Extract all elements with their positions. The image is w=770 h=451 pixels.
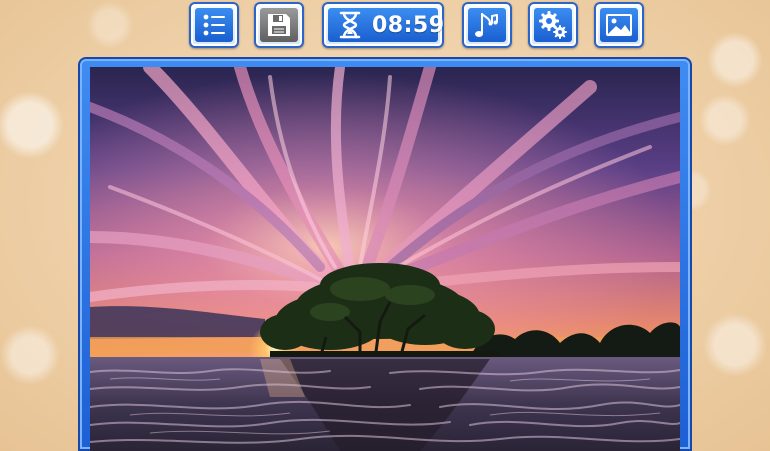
- music-note-icon: [472, 10, 502, 40]
- settings-button[interactable]: [528, 2, 578, 48]
- menu-button[interactable]: [189, 2, 239, 48]
- music-button[interactable]: [462, 2, 512, 48]
- gears-icon: [537, 9, 569, 41]
- list-icon: [199, 10, 229, 40]
- puzzle-board-image[interactable]: [90, 67, 680, 451]
- save-button[interactable]: [254, 2, 304, 48]
- timer-display: 08:59: [322, 2, 444, 48]
- picture-button[interactable]: [594, 2, 644, 48]
- timer-text: 08:59: [372, 12, 445, 38]
- hourglass-icon: [338, 10, 362, 40]
- image-icon: [604, 11, 634, 39]
- floppy-disk-icon: [264, 10, 294, 40]
